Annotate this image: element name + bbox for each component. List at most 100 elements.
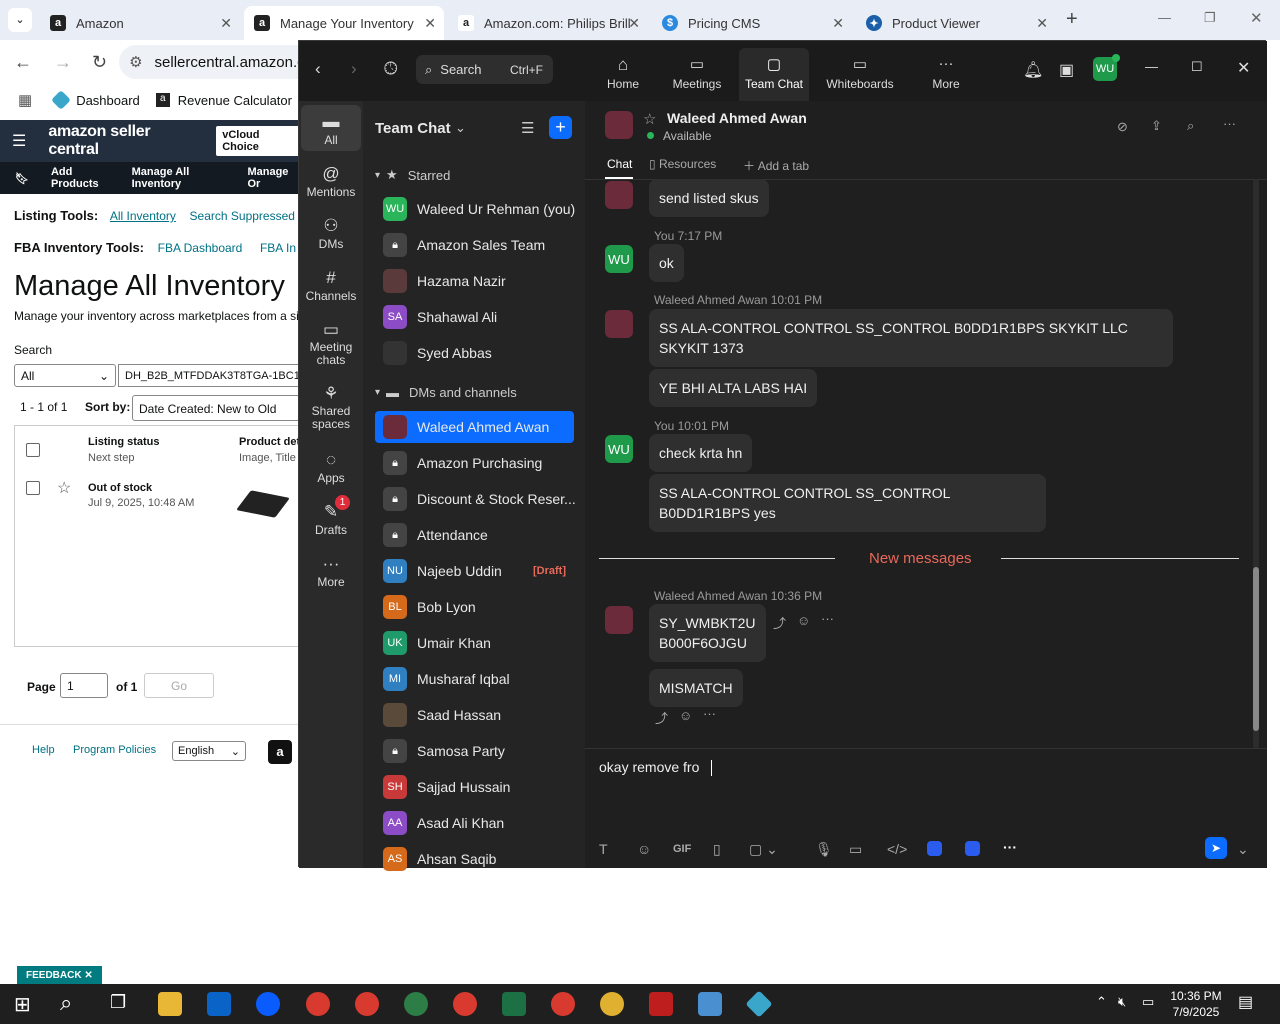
tab-resources[interactable]: ▯ Resources [649,157,716,171]
compose-input[interactable]: okay remove fro [599,759,1249,787]
file-icon[interactable]: ▯ [713,841,721,858]
screenshot-icon[interactable]: ▢ ⌄ [749,841,778,858]
volume-muted-icon[interactable]: 🔇︎ [1118,994,1126,1010]
list-item[interactable]: 🔒︎ Amazon Purchasing [375,447,574,479]
star-icon[interactable]: ☆ [643,110,656,128]
task-view-icon[interactable]: ❐ [110,992,126,1013]
rail-apps[interactable]: ◌ Apps [301,449,361,485]
clock[interactable]: 10:36 PM 7/9/2025 [1168,988,1224,1020]
search-scope-select[interactable]: All ⌄ [14,364,116,387]
close-icon[interactable]: ✕ [628,15,640,32]
chrome-icon[interactable] [355,992,379,1016]
chrome-icon[interactable] [306,992,330,1016]
app-icon[interactable] [745,990,773,1018]
chrome-icon[interactable] [551,992,575,1016]
seller-central-logo[interactable]: amazon seller central [48,123,194,159]
filter-icon[interactable]: ☰ [521,119,534,137]
list-item[interactable]: Syed Abbas [375,337,574,369]
section-starred[interactable]: ▾ ★ Starred [375,167,450,183]
chrome-icon[interactable] [453,992,477,1016]
list-item[interactable]: AS Ahsan Saqib [375,843,574,875]
reload-icon[interactable]: ↻ [92,52,107,73]
bookmark-revenue[interactable]: a Revenue Calculator [155,93,292,108]
chat-contact-name[interactable]: Waleed Ahmed Awan [667,110,807,126]
section-dms-channels[interactable]: ▾ ▬ DMs and channels [375,385,517,400]
search-icon[interactable]: ⌕ [1187,118,1194,134]
restore-icon[interactable]: ❐ [1204,10,1216,26]
back-icon[interactable]: ‹ [315,59,321,79]
search-icon[interactable]: ⌕ [60,990,72,1016]
emoji-icon[interactable]: ☺ [679,708,692,723]
tab-add[interactable]: ＋ Add a tab [743,157,809,174]
minimize-icon[interactable]: — [1158,10,1171,25]
avatar[interactable]: WU [1093,54,1120,81]
minimize-icon[interactable]: — [1145,59,1158,74]
excel-icon[interactable] [502,992,526,1016]
reply-icon[interactable]: ⤴ [773,613,786,632]
store-selector[interactable]: vCloud Choice [216,126,300,156]
format-text-icon[interactable]: T [599,841,608,857]
close-icon[interactable]: ✕ [1237,58,1250,78]
list-item[interactable]: Hazama Nazir [375,265,574,297]
nav-meetings[interactable]: ▭ Meetings [667,55,727,91]
apps-grid-icon[interactable]: ▦ [18,91,32,109]
bookmark-icon[interactable]: 🔖︎ [15,172,29,185]
close-icon[interactable]: ✕ [220,15,232,32]
page-input[interactable]: 1 [60,673,108,698]
col-listing-status[interactable]: Listing status [88,436,160,448]
list-item[interactable]: AA Asad Ali Khan [375,807,574,839]
footer-help[interactable]: Help [32,744,55,756]
list-item[interactable]: Waleed Ahmed Awan [375,411,574,443]
list-item[interactable]: 🔒︎ Discount & Stock Reser... [375,483,576,515]
list-item[interactable]: BL Bob Lyon [375,591,574,623]
tab-chat[interactable]: Chat [607,157,632,171]
zoom-app-icon[interactable] [256,992,280,1016]
forward-icon[interactable]: › [351,59,357,79]
filezilla-icon[interactable] [649,992,673,1016]
nav-more[interactable]: ··· More [919,55,973,91]
app-icon[interactable] [965,841,980,856]
nav-home[interactable]: ⌂ Home [595,55,651,91]
upload-icon[interactable]: ⇪ [1151,118,1162,134]
close-icon[interactable]: ✕ [1036,15,1048,32]
rail-mentions[interactable]: @ Mentions [301,163,361,199]
rail-drafts[interactable]: ✎ Drafts 1 [301,495,361,537]
go-button[interactable]: Go [144,673,214,698]
feedback-button[interactable]: FEEDBACK ✕ [17,966,102,985]
new-chat-button[interactable]: + [549,116,572,139]
calculator-icon[interactable] [698,992,722,1016]
maximize-icon[interactable]: ☐ [1191,59,1203,75]
link-all-inventory[interactable]: All Inventory [110,209,176,223]
rail-all[interactable]: ▬ All [301,105,361,151]
avatar[interactable] [605,111,633,139]
history-icon[interactable]: 🕓︎ [384,59,397,79]
new-tab-button[interactable]: + [1066,8,1078,31]
tab-amazon[interactable]: a Amazon ✕ [40,6,240,40]
close-window-icon[interactable]: ✕ [1250,9,1263,27]
more-icon[interactable]: ··· [1223,116,1236,131]
col-product-details[interactable]: Product det [239,436,300,448]
tab-manage-inventory[interactable]: a Manage Your Inventory ✕ [244,6,444,40]
close-icon[interactable]: ✕ [424,15,436,32]
windows-start-icon[interactable]: ⊞ [14,992,31,1017]
menu-icon[interactable]: ☰ [12,131,26,151]
network-icon[interactable]: ▭ [1142,994,1154,1010]
video-message-icon[interactable]: ▭ [849,841,862,858]
microphone-icon[interactable]: 🎙︎ [815,841,833,858]
notifications-icon[interactable]: ▤ [1238,992,1253,1012]
chevron-down-icon[interactable]: ⌄ [1237,841,1249,858]
site-info-icon[interactable]: ⚙ [129,53,142,71]
more-icon[interactable]: ··· [1003,839,1017,855]
nav-add-products[interactable]: Add Products [51,166,118,190]
nav-team-chat[interactable]: ▢ Team Chat [739,48,809,101]
zoom-search-input[interactable]: ⌕ Search Ctrl+F [416,55,553,84]
header-checkbox[interactable] [26,443,40,457]
nav-manage-orders[interactable]: Manage Or [247,166,300,190]
back-icon[interactable]: ← [14,52,32,73]
gif-button[interactable]: GIF [673,843,691,855]
chrome-icon[interactable] [600,992,624,1016]
calendar-icon[interactable]: ▣ [1059,60,1074,80]
list-item[interactable]: 🔒︎ Samosa Party [375,735,574,767]
list-item[interactable]: SH Sajjad Hussain [375,771,574,803]
send-button[interactable]: ➤ [1205,837,1227,859]
